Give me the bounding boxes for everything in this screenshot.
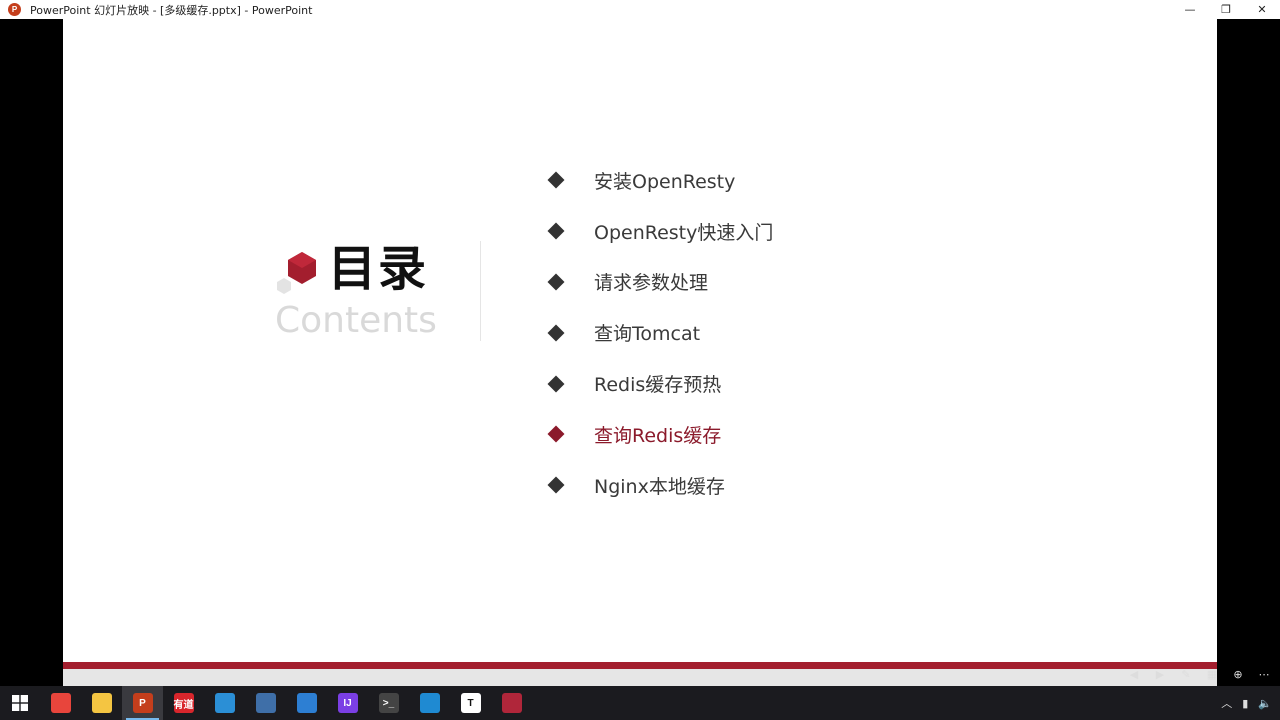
close-button[interactable]: ✕ <box>1244 0 1280 19</box>
toc-item: Nginx本地缓存 <box>547 460 773 511</box>
system-tray: ︿ ▮ 🔈 <box>1221 686 1272 720</box>
intellij-icon: IJ <box>337 693 358 713</box>
diamond-bullet-icon <box>547 324 565 342</box>
taskbar-app-button[interactable]: P <box>122 686 163 720</box>
toc-item: 安装OpenResty <box>547 155 773 206</box>
diamond-bullet-icon <box>547 425 565 443</box>
grid-view-icon[interactable]: ▦ <box>1204 668 1220 681</box>
typora-icon: T <box>460 693 481 713</box>
taskbar-app-button[interactable]: 有道 <box>163 686 204 720</box>
taskbar-app-button[interactable] <box>491 686 532 720</box>
app-window-icon <box>214 693 235 713</box>
chrome-icon <box>50 693 71 713</box>
app-red-icon: 有道 <box>173 693 194 713</box>
taskbar-app-button[interactable] <box>286 686 327 720</box>
volume-icon[interactable]: 🔈 <box>1258 697 1272 710</box>
chevron-up-icon[interactable]: ︿ <box>1221 695 1232 711</box>
toc-item-label: Redis缓存预热 <box>594 374 722 397</box>
taskbar-app-button[interactable]: T <box>450 686 491 720</box>
more-options-icon[interactable]: ⋯ <box>1256 668 1272 681</box>
page-title: 目录 <box>328 241 429 297</box>
window-title: PowerPoint 幻灯片放映 - [多级缓存.pptx] - PowerPo… <box>30 3 313 17</box>
vscode-icon <box>419 693 440 713</box>
window-controls: — ❐ ✕ <box>1172 0 1280 19</box>
taskbar-apps: P 有道 IJ >_ T <box>40 686 532 720</box>
slide-footer-strip <box>63 669 1217 686</box>
taskbar-app-button[interactable] <box>204 686 245 720</box>
minimize-button[interactable]: — <box>1172 0 1208 19</box>
terminal-icon: >_ <box>378 693 399 713</box>
taskbar-app-button[interactable] <box>81 686 122 720</box>
toc-item-label: Nginx本地缓存 <box>594 475 725 498</box>
taskbar-app-button[interactable]: IJ <box>327 686 368 720</box>
taskbar-app-button[interactable]: >_ <box>368 686 409 720</box>
taskbar-app-button[interactable] <box>409 686 450 720</box>
slide[interactable]: 目录 Contents 安装OpenResty OpenResty快速入门 请求… <box>63 19 1217 669</box>
battery-icon[interactable]: ▮ <box>1242 697 1248 710</box>
diamond-bullet-icon <box>547 375 565 393</box>
app-swirl-icon <box>296 693 317 713</box>
pen-icon[interactable]: ✎ <box>1178 668 1194 681</box>
title-divider <box>480 241 481 341</box>
window-titlebar: P PowerPoint 幻灯片放映 - [多级缓存.pptx] - Power… <box>0 0 1280 19</box>
toc-item-label: OpenResty快速入门 <box>594 221 774 244</box>
toc-item: Redis缓存预热 <box>547 358 773 409</box>
slideshow-toolbar: ◀ ▶ ✎ ▦ ⊕ ⋯ <box>1118 662 1280 686</box>
toc-item-label: 查询Redis缓存 <box>594 424 722 447</box>
toc-item-label: 查询Tomcat <box>594 323 701 346</box>
next-slide-icon[interactable]: ▶ <box>1152 668 1168 681</box>
toc-item-label: 安装OpenResty <box>594 170 736 193</box>
zoom-icon[interactable]: ⊕ <box>1230 668 1246 681</box>
page-subtitle: Contents <box>275 300 437 341</box>
toc-list: 安装OpenResty OpenResty快速入门 请求参数处理 查询Tomca… <box>547 155 773 511</box>
start-button[interactable] <box>0 686 40 720</box>
diamond-bullet-icon <box>547 476 565 494</box>
taskbar: P 有道 IJ >_ T <box>0 686 1280 720</box>
toc-item-label: 请求参数处理 <box>594 272 709 295</box>
toc-item: 查询Tomcat <box>547 307 773 358</box>
windows-logo-icon <box>12 695 28 711</box>
app-round-icon <box>501 693 522 713</box>
diamond-bullet-icon <box>547 222 565 240</box>
prev-slide-icon[interactable]: ◀ <box>1126 668 1142 681</box>
diamond-bullet-icon <box>547 273 565 291</box>
restore-button[interactable]: ❐ <box>1208 0 1244 19</box>
logo-cubes-icon <box>277 252 316 294</box>
taskbar-app-button[interactable] <box>245 686 286 720</box>
powerpoint-icon: P <box>132 693 153 713</box>
slide-footer-bar <box>63 662 1217 669</box>
file-explorer-icon <box>91 693 112 713</box>
taskbar-app-button[interactable] <box>40 686 81 720</box>
toc-item: 请求参数处理 <box>547 257 773 308</box>
app-monitor-icon <box>255 693 276 713</box>
slideshow-stage[interactable]: 目录 Contents 安装OpenResty OpenResty快速入门 请求… <box>0 19 1280 686</box>
powerpoint-app-icon: P <box>8 3 21 16</box>
toc-item: OpenResty快速入门 <box>547 206 773 257</box>
toc-item-active: 查询Redis缓存 <box>547 409 773 460</box>
diamond-bullet-icon <box>547 171 565 189</box>
